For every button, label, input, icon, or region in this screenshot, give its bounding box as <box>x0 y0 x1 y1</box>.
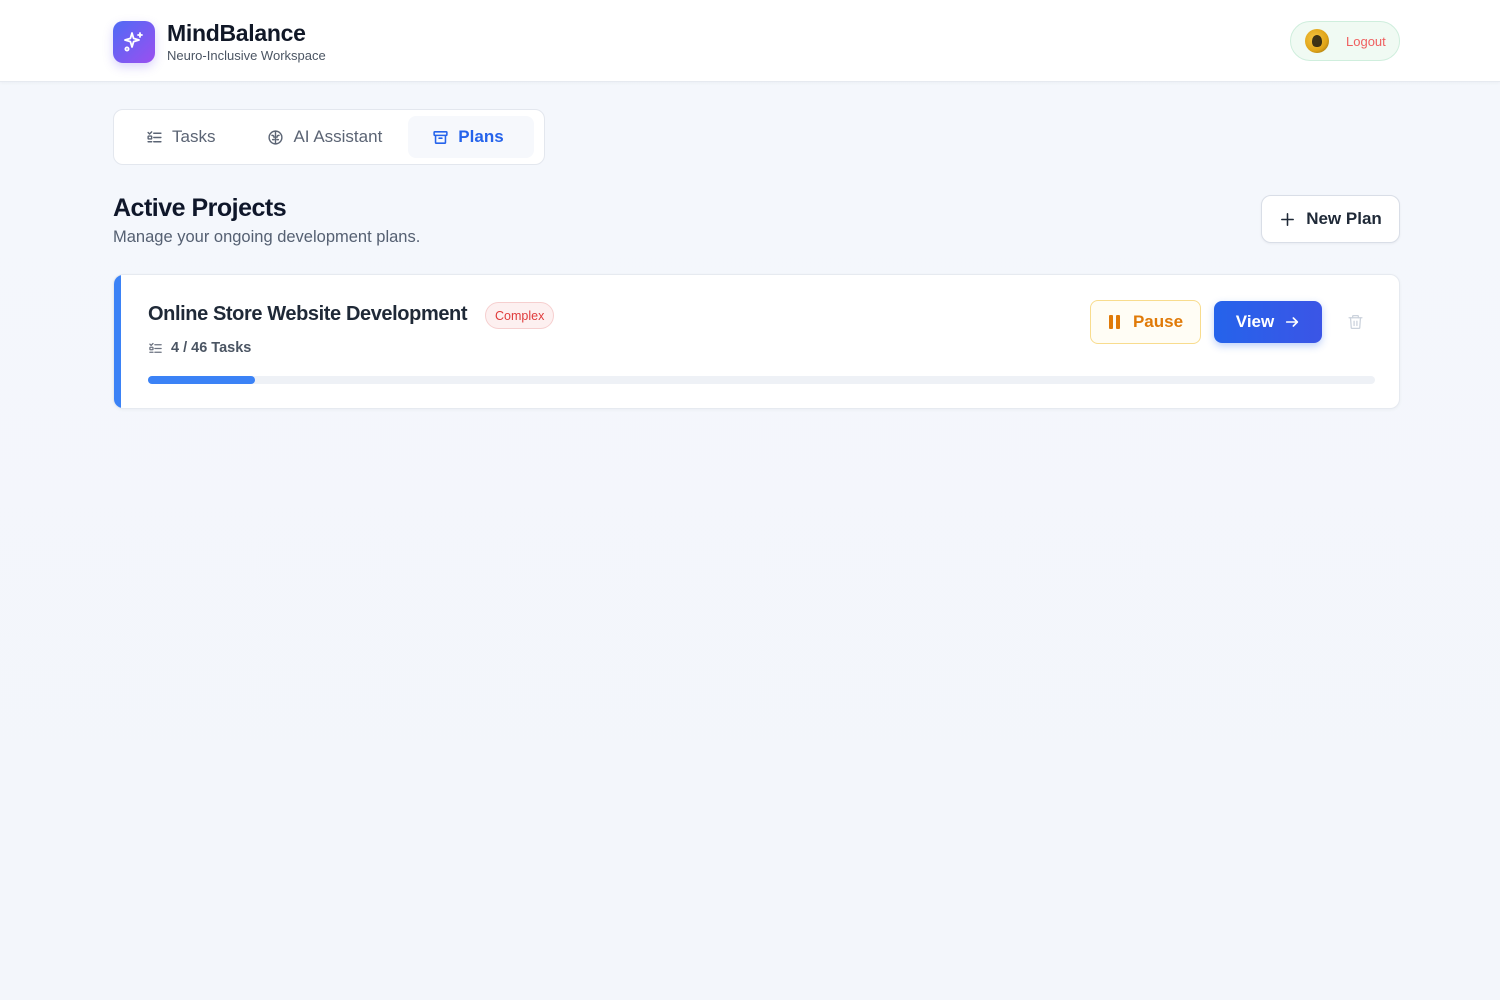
project-card[interactable]: Online Store Website Development Complex… <box>113 274 1400 409</box>
tab-plans[interactable]: Plans <box>408 116 534 158</box>
tab-tasks[interactable]: Tasks <box>120 116 241 158</box>
list-checks-icon <box>149 342 162 353</box>
main-tabs: Tasks AI Assistant Plans <box>113 109 545 165</box>
tab-label: Tasks <box>172 127 216 146</box>
brain-icon <box>268 129 284 145</box>
page-subtitle: Manage your ongoing development plans. <box>113 228 421 246</box>
task-count-text: 4 / 46 Tasks <box>171 340 252 356</box>
trash-icon <box>1347 314 1363 330</box>
progress-bar <box>148 376 1375 384</box>
app-subtitle: Neuro-Inclusive Workspace <box>167 48 326 63</box>
new-plan-button[interactable]: New Plan <box>1261 195 1400 243</box>
top-header: MindBalance Neuro-Inclusive Workspace Lo… <box>0 0 1500 82</box>
pause-button[interactable]: Pause <box>1090 300 1201 344</box>
app-name: MindBalance <box>167 20 306 46</box>
new-plan-label: New Plan <box>1306 209 1382 228</box>
avatar[interactable] <box>1305 29 1329 53</box>
user-menu[interactable]: Logout <box>1290 21 1400 61</box>
pause-label: Pause <box>1132 312 1184 331</box>
logout-button[interactable]: Logout <box>1346 34 1386 49</box>
sparkles-icon <box>113 21 155 63</box>
tab-ai-assistant[interactable]: AI Assistant <box>241 116 408 158</box>
page-title: Active Projects <box>113 194 287 222</box>
arrow-right-icon <box>1286 317 1299 327</box>
pause-icon <box>1108 315 1120 329</box>
tab-label: Plans <box>458 127 504 146</box>
list-checks-icon <box>147 130 162 142</box>
complexity-badge: Complex <box>485 302 555 329</box>
delete-button[interactable] <box>1345 312 1365 332</box>
project-title: Online Store Website Development <box>148 303 468 325</box>
progress-fill <box>148 376 255 384</box>
card-accent-bar <box>114 275 121 408</box>
archive-icon <box>433 130 448 144</box>
brand[interactable]: MindBalance Neuro-Inclusive Workspace <box>113 20 326 64</box>
view-button[interactable]: View <box>1214 301 1322 343</box>
plus-icon <box>1281 212 1295 226</box>
task-count: 4 / 46 Tasks <box>148 340 251 356</box>
tab-label: AI Assistant <box>293 127 383 146</box>
view-label: View <box>1235 312 1275 331</box>
